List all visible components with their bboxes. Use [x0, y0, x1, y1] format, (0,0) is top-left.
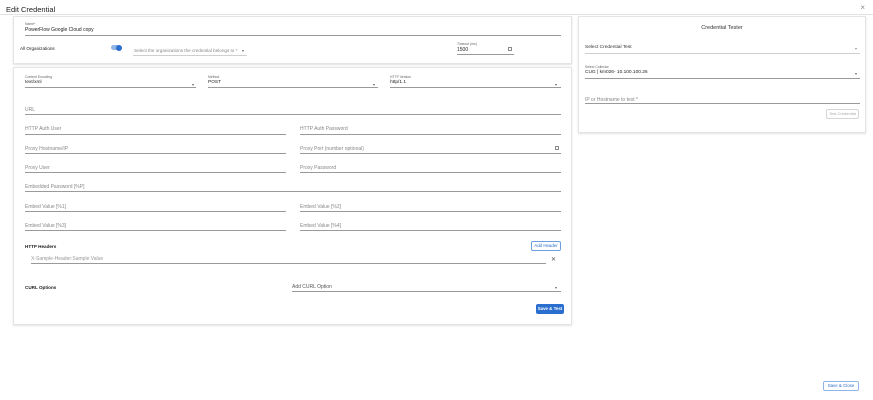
close-icon[interactable]: ✕ — [551, 256, 556, 263]
http-version-value: http/1.1 — [390, 80, 407, 85]
method-label: Method — [208, 75, 220, 79]
add-header-button[interactable]: Add Header — [531, 241, 561, 251]
method-value: POST — [208, 80, 222, 85]
proxy-password-field[interactable]: Proxy Password — [300, 165, 336, 171]
header-divider — [0, 14, 873, 15]
save-test-button[interactable]: Save & Test — [536, 304, 564, 314]
embed-value-1-underline — [25, 211, 286, 212]
embed-value-4-underline — [300, 230, 561, 231]
content-encoding-value: text/xml — [25, 80, 42, 85]
header-row-underline — [31, 263, 546, 264]
embed-value-3-underline — [25, 230, 286, 231]
proxy-port-field[interactable]: Proxy Port (number optional) — [300, 146, 364, 152]
embed-value-4-field[interactable]: Embed Value [%4] — [300, 223, 341, 229]
calendar-icon[interactable] — [508, 47, 512, 51]
collector-label: Select Collector — [585, 65, 609, 69]
http-headers-title: HTTP Headers — [25, 244, 57, 249]
content-encoding-select[interactable] — [25, 87, 196, 88]
proxy-user-field[interactable]: Proxy User — [25, 165, 50, 171]
method-select[interactable] — [208, 87, 378, 88]
name-field[interactable] — [25, 35, 561, 36]
caret-down-icon: ▾ — [242, 48, 245, 53]
embedded-password-field[interactable]: Embedded Password [%P] — [25, 184, 84, 190]
content-encoding-label: Content Encoding — [25, 75, 52, 79]
general-card — [13, 16, 572, 64]
credential-tester-title: Credential Tester — [701, 25, 743, 31]
dialog-title: Edit Credential — [6, 5, 56, 14]
credential-test-underline — [585, 53, 860, 54]
save-close-button[interactable]: Save & Close — [823, 381, 859, 391]
embed-value-2-field[interactable]: Embed Value [%2] — [300, 204, 341, 210]
all-organizations-toggle[interactable] — [111, 44, 122, 51]
proxy-hostname-underline — [25, 153, 286, 154]
http-version-label: HTTP Version — [390, 75, 412, 79]
embed-value-2-underline — [300, 211, 561, 212]
proxy-password-underline — [300, 172, 561, 173]
http-auth-user-field[interactable]: HTTP Auth User — [25, 126, 61, 132]
organizations-select[interactable]: Select the organizations the credential … — [134, 48, 237, 53]
collector-value: CUG | km026- 10.100.100.26 — [585, 70, 648, 75]
embed-value-1-field[interactable]: Embed Value [%1] — [25, 204, 66, 210]
name-label: Name* — [25, 22, 36, 26]
caret-down-icon: ▾ — [555, 285, 558, 290]
name-value: PowerFlow Google Cloud copy — [25, 27, 94, 33]
embedded-password-underline — [25, 191, 561, 192]
toggle-knob — [116, 44, 122, 51]
credential-test-select[interactable]: Select Credential Test — [585, 45, 632, 50]
proxy-user-underline — [25, 172, 286, 173]
organizations-select-underline — [133, 55, 247, 56]
curl-option-underline — [292, 291, 561, 292]
embed-value-3-field[interactable]: Embed Value [%3] — [25, 223, 66, 229]
collector-select[interactable] — [585, 78, 860, 79]
caret-down-icon: ▾ — [855, 46, 858, 51]
ip-hostname-underline — [585, 103, 860, 104]
url-underline — [25, 114, 561, 115]
curl-options-title: CURL Options — [25, 285, 57, 290]
test-credential-button[interactable]: Test Credential — [826, 109, 859, 119]
http-auth-user-underline — [25, 134, 286, 135]
timeout-label: Timeout (ms) — [457, 42, 477, 46]
proxy-port-underline — [300, 153, 561, 154]
caret-down-icon: ▾ — [855, 71, 858, 76]
http-auth-password-underline — [300, 134, 561, 135]
header-row-field[interactable]: X-Sample-Header:Sample Value — [31, 256, 103, 262]
url-field[interactable]: URL — [25, 107, 35, 113]
http-auth-password-field[interactable]: HTTP Auth Password — [300, 126, 348, 132]
curl-option-select[interactable]: Add CURL Option — [292, 284, 332, 290]
all-organizations-label: All Organizations — [20, 46, 55, 51]
close-icon[interactable]: × — [860, 4, 865, 12]
calendar-icon[interactable] — [555, 146, 559, 150]
timeout-value: 1500 — [457, 47, 469, 53]
proxy-hostname-field[interactable]: Proxy Hostname/IP — [25, 146, 68, 152]
timeout-field[interactable] — [457, 54, 514, 55]
http-version-select[interactable] — [390, 87, 561, 88]
